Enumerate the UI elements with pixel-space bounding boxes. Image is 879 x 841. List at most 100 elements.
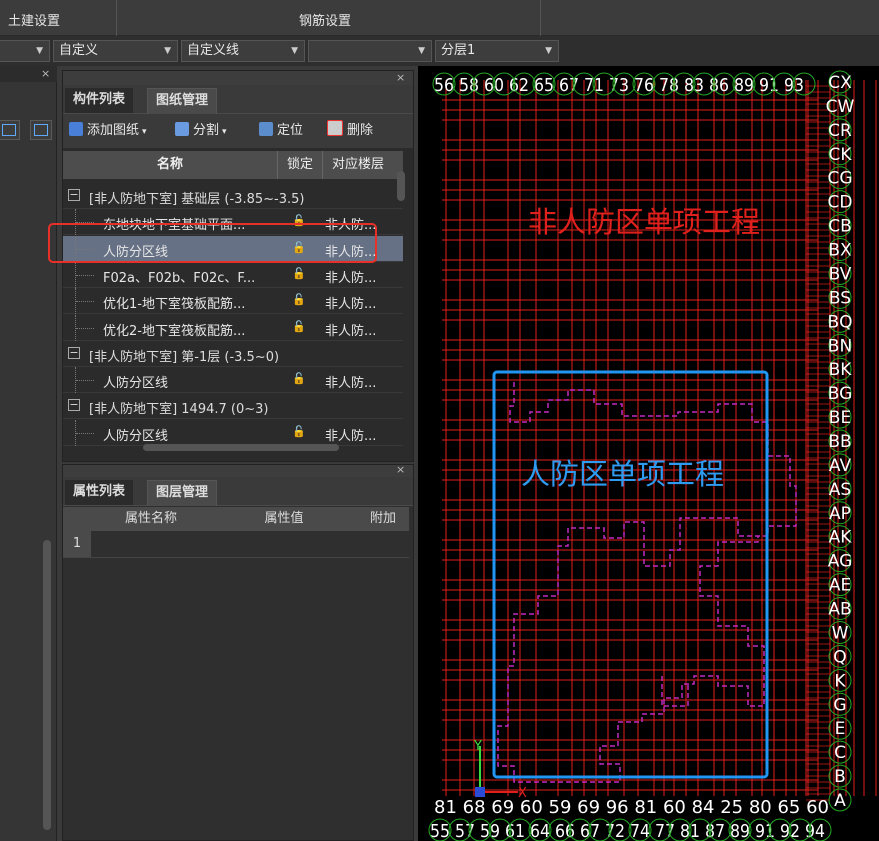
- tab-layer-management[interactable]: 图层管理: [147, 480, 218, 506]
- civil-zone-box: [492, 370, 769, 779]
- right-axis-label: AE: [829, 576, 851, 596]
- drawing-row[interactable]: 优化1-地下室筏板配筋... 🔓 非人防...: [63, 288, 403, 315]
- right-axis-label: W: [832, 623, 849, 643]
- ucs-origin: [475, 787, 485, 797]
- tree-connector: [75, 419, 96, 446]
- lock-icon[interactable]: 🔓: [292, 425, 306, 438]
- drawing-row[interactable]: 人防分区线 🔓 非人防...: [63, 367, 403, 394]
- ribbon-tab-rebar-settings[interactable]: 钢筋设置: [299, 10, 351, 29]
- drawing-name: 优化1-地下室筏板配筋...: [103, 297, 246, 313]
- close-icon[interactable]: ×: [396, 463, 405, 476]
- top-axis-labels: 56 58 60 62 65 67 71 73 76 78 83 86 89 9…: [434, 75, 804, 96]
- lock-icon[interactable]: 🔓: [292, 293, 306, 306]
- non-civil-zone-label: 非人防区单项工程: [528, 205, 760, 239]
- dropdown-3-value: 自定义线: [187, 43, 240, 58]
- right-axis-label: BX: [828, 241, 852, 261]
- scrollbar[interactable]: [43, 540, 51, 830]
- tab-drawing-management[interactable]: 图纸管理: [147, 88, 218, 114]
- right-axis-label: CD: [828, 193, 853, 213]
- column-lock[interactable]: 锁定: [278, 151, 322, 179]
- ribbon-tab-bar: 土建设置 钢筋设置: [0, 0, 879, 36]
- drawing-toolbar: 添加图纸 ▾ 分割 ▾ 定位 删除: [63, 114, 413, 148]
- add-drawing-label: 添加图纸: [87, 123, 140, 138]
- lock-icon[interactable]: 🔓: [292, 320, 306, 333]
- collapse-icon[interactable]: −: [68, 346, 80, 359]
- column-name[interactable]: 名称: [63, 151, 277, 179]
- close-icon[interactable]: ×: [41, 67, 50, 80]
- ribbon-separator: [116, 0, 117, 36]
- column-property-value[interactable]: 属性值: [211, 507, 357, 531]
- chevron-down-icon: ▼: [418, 46, 425, 56]
- right-axis-label: BB: [828, 432, 851, 452]
- dropdown-2-value: 自定义: [59, 43, 99, 58]
- right-axis-label: CB: [828, 217, 852, 237]
- drawing-row[interactable]: 优化2-地下室筏板配筋... 🔓 非人防...: [63, 314, 403, 341]
- dropdown-1[interactable]: ▼: [0, 40, 50, 62]
- split-button[interactable]: 分割 ▾: [175, 119, 227, 143]
- right-axis-label: BK: [829, 360, 853, 380]
- cad-drawing: 非人防区单项工程人防区单项工程 56 58 60 62 65 67 71 73 7…: [428, 70, 877, 841]
- dropdown-floor-value: 分层1: [441, 43, 476, 58]
- right-axis-label: CX: [828, 73, 852, 93]
- collapse-icon[interactable]: −: [68, 399, 80, 412]
- drawing-row[interactable]: 人防分区线 🔓 非人防...: [63, 419, 403, 446]
- panel-titlebar: [63, 465, 413, 477]
- dropdown-4[interactable]: ▼: [308, 40, 432, 62]
- left-side-panel: ×: [0, 66, 57, 841]
- locate-button[interactable]: 定位: [259, 119, 303, 143]
- locate-label: 定位: [277, 123, 304, 138]
- close-icon[interactable]: ×: [396, 71, 405, 84]
- property-panel: × 属性列表 图层管理 属性名称 属性值 附加 1: [62, 463, 414, 841]
- drawing-table-header: 名称 锁定 对应楼层: [63, 151, 403, 179]
- lock-icon[interactable]: 🔓: [292, 372, 306, 385]
- property-row[interactable]: 1: [63, 531, 409, 558]
- right-axis-label: CG: [827, 169, 852, 189]
- drawing-name: F02a、F02b、F02c、F...: [103, 270, 256, 286]
- lock-icon[interactable]: 🔓: [292, 267, 306, 280]
- horizontal-scrollbar[interactable]: [143, 444, 339, 451]
- right-axis-label: BE: [829, 408, 851, 428]
- right-axis-label: B: [834, 767, 846, 787]
- drawing-canvas[interactable]: 非人防区单项工程人防区单项工程 56 58 60 62 65 67 71 73 7…: [418, 66, 879, 841]
- chevron-down-icon: ▾: [142, 127, 147, 137]
- dropdown-3[interactable]: 自定义线 ▼: [181, 40, 305, 62]
- right-axis-label: AV: [829, 456, 852, 476]
- delete-icon: [327, 120, 343, 136]
- right-axis-label: C: [834, 743, 846, 763]
- tree-group-row[interactable]: − [非人防地下室] 基础层 (-3.85~-3.5): [63, 183, 403, 209]
- civil-zone-label: 人防区单项工程: [521, 457, 724, 491]
- drawing-name: 人防分区线: [103, 376, 169, 392]
- chevron-down-icon: ▼: [545, 46, 552, 56]
- collapse-icon[interactable]: −: [68, 189, 80, 201]
- floor-value: 非人防...: [325, 323, 377, 339]
- list-view-icon[interactable]: [0, 120, 20, 140]
- chevron-down-icon: ▼: [164, 46, 171, 56]
- delete-button[interactable]: 删除: [327, 119, 373, 143]
- tree-group-row[interactable]: − [非人防地下室] 第-1层 (-3.5~0): [63, 341, 403, 367]
- tab-component-list[interactable]: 构件列表: [65, 88, 134, 113]
- toolbar-dropdown-row: ▼ 自定义 ▼ 自定义线 ▼ ▼ 分层1 ▼: [0, 36, 879, 66]
- add-drawing-icon: [69, 122, 83, 136]
- column-floor[interactable]: 对应楼层: [323, 151, 393, 179]
- chevron-down-icon: ▾: [222, 127, 227, 137]
- column-extra[interactable]: 附加: [357, 507, 409, 531]
- group-label: [非人防地下室] 第-1层 (-3.5~0): [89, 349, 280, 365]
- vertical-scrollbar[interactable]: [397, 171, 405, 201]
- add-drawing-button[interactable]: 添加图纸 ▾: [69, 119, 147, 143]
- property-table-header: 属性名称 属性值 附加: [63, 507, 409, 531]
- row-number: 1: [63, 531, 91, 557]
- drawing-row[interactable]: F02a、F02b、F02c、F... 🔓 非人防...: [63, 261, 403, 288]
- tab-property-list[interactable]: 属性列表: [65, 480, 134, 505]
- tree-group-row[interactable]: − [非人防地下室] 1494.7 (0~3): [63, 393, 403, 420]
- grid-view-icon[interactable]: [30, 120, 52, 140]
- civil-boundary-line: [497, 382, 797, 783]
- ribbon-tab-civil-settings[interactable]: 土建设置: [8, 10, 60, 29]
- right-axis-label: E: [835, 719, 846, 739]
- right-axis-label: BQ: [827, 312, 852, 332]
- dropdown-floor[interactable]: 分层1 ▼: [435, 40, 559, 62]
- right-axis-label: AS: [829, 480, 851, 500]
- column-property-name[interactable]: 属性名称: [91, 507, 211, 531]
- split-label: 分割: [193, 123, 220, 138]
- dropdown-2[interactable]: 自定义 ▼: [53, 40, 178, 62]
- right-axis-label: K: [834, 671, 846, 691]
